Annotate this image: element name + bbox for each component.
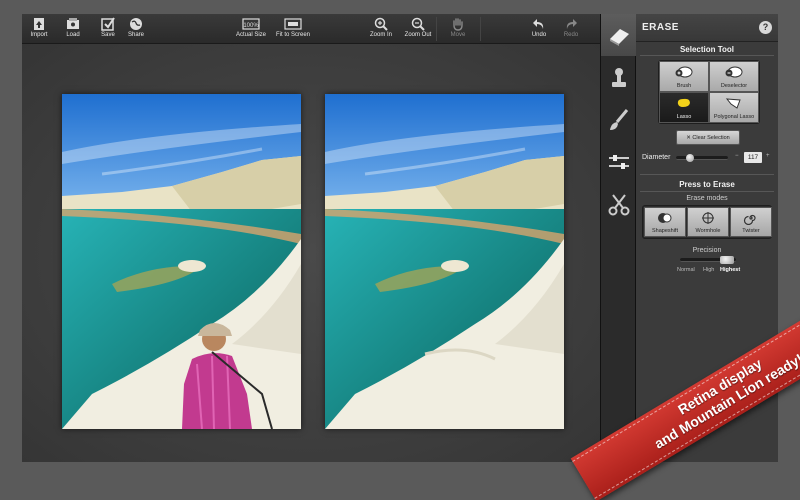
scissors-icon[interactable] [605, 190, 633, 218]
wormhole-mode-button[interactable]: Wormhole [687, 207, 729, 237]
twister-icon [743, 214, 756, 225]
tab-erase[interactable] [601, 14, 637, 56]
precision-normal[interactable]: Normal [677, 267, 695, 273]
polygonal-lasso-icon [725, 98, 741, 109]
fit-to-screen-icon [284, 18, 302, 30]
press-to-erase-title[interactable]: Press to Erase [636, 180, 778, 189]
load-icon [67, 18, 79, 29]
clear-selection-button[interactable]: ✕ Clear Selection [676, 130, 740, 145]
beach-photo-with-person [62, 94, 301, 429]
divider [640, 174, 774, 175]
fit-to-screen-button[interactable]: Fit to Screen [268, 16, 318, 38]
erased-photo[interactable] [325, 94, 564, 429]
toolbar: Import Load Save Share 100% Actual Size … [22, 14, 600, 44]
import-icon [34, 18, 44, 30]
zoom-out-icon [411, 17, 425, 31]
stamp-icon[interactable] [605, 64, 633, 92]
precision-slider[interactable] [680, 256, 736, 264]
globe-icon [130, 18, 142, 30]
divider [640, 55, 774, 56]
wormhole-icon [702, 212, 714, 224]
diameter-slider[interactable] [676, 154, 728, 162]
sliders-icon[interactable] [605, 148, 633, 176]
svg-text:100%: 100% [243, 23, 259, 29]
erase-panel: ERASE ? Selection Tool Brush Deselector … [636, 14, 778, 462]
divider [640, 191, 774, 192]
undo-icon [533, 19, 544, 29]
redo-button[interactable]: Redo [546, 16, 596, 38]
lasso-icon [677, 98, 690, 107]
diameter-minus[interactable]: − [735, 153, 739, 159]
precision-highest[interactable]: Highest [720, 267, 740, 273]
panel-title: ERASE [642, 22, 679, 33]
panel-header: ERASE ? [636, 14, 778, 42]
diameter-slider-knob[interactable] [686, 154, 694, 162]
beach-photo-without-person [325, 94, 564, 429]
canvas-area[interactable] [22, 44, 600, 462]
actual-size-icon: 100% [242, 18, 260, 30]
shapeshift-icon [658, 213, 672, 223]
deselector-icon [725, 66, 743, 78]
diameter-label: Diameter [642, 154, 671, 161]
deselector-tool-button[interactable]: Deselector [709, 61, 759, 92]
selection-tool-grid: Brush Deselector Lasso Polygonal Lasso [658, 60, 760, 124]
help-button[interactable]: ? [759, 21, 772, 34]
erase-mode-grid: Shapeshift Wormhole Twister [642, 205, 772, 239]
tool-strip [600, 14, 637, 462]
toolbar-separator [480, 17, 481, 41]
move-button[interactable]: Move [433, 16, 483, 38]
brush-icon[interactable] [605, 106, 633, 134]
lasso-tool-button[interactable]: Lasso [659, 92, 709, 123]
shapeshift-mode-button[interactable]: Shapeshift [644, 207, 686, 237]
twister-mode-button[interactable]: Twister [730, 207, 772, 237]
redo-icon [566, 19, 577, 29]
share-button[interactable]: Share [111, 16, 161, 38]
hand-icon [453, 18, 463, 31]
diameter-value[interactable]: 117 [744, 152, 762, 163]
selection-tool-title: Selection Tool [679, 45, 735, 54]
brush-add-icon [675, 66, 693, 78]
precision-slider-knob[interactable] [720, 256, 734, 264]
polygonal-lasso-tool-button[interactable]: Polygonal Lasso [709, 92, 759, 123]
precision-title: Precision [692, 247, 722, 254]
erase-modes-title: Erase modes [686, 195, 728, 202]
eraser-icon [610, 29, 629, 46]
precision-high[interactable]: High [703, 267, 714, 273]
zoom-in-icon [374, 17, 388, 31]
diameter-plus[interactable]: + [766, 153, 770, 159]
brush-tool-button[interactable]: Brush [659, 61, 709, 92]
original-photo[interactable] [62, 94, 301, 429]
